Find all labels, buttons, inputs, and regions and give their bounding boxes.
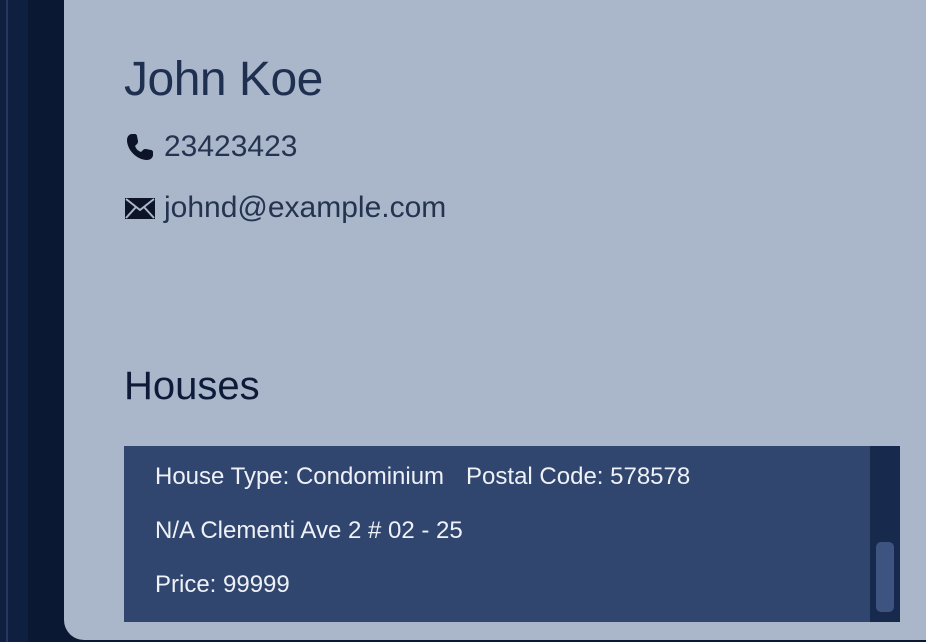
email-address: johnd@example.com xyxy=(164,191,447,224)
phone-icon xyxy=(124,131,156,163)
postal-code: Postal Code: 578578 xyxy=(466,463,691,490)
houses-heading: Houses xyxy=(124,364,260,408)
house-list[interactable]: House Type: Condominium Postal Code: 5785… xyxy=(124,446,900,622)
scrollbar-track[interactable] xyxy=(870,446,900,622)
phone-row: 23423423 xyxy=(124,130,297,164)
envelope-icon xyxy=(124,192,156,224)
left-panel-edge xyxy=(0,0,28,642)
person-name: John Koe xyxy=(124,53,323,106)
house-list-item[interactable]: House Type: Condominium Postal Code: 5785… xyxy=(155,456,690,618)
phone-number: 23423423 xyxy=(164,130,298,163)
house-price: Price: 99999 xyxy=(155,571,290,598)
email-row: johnd@example.com xyxy=(124,191,446,225)
panel-divider xyxy=(6,0,8,642)
house-type-row: House Type: Condominium Postal Code: 5785… xyxy=(155,456,690,510)
house-type: House Type: Condominium xyxy=(155,463,445,490)
house-address: N/A Clementi Ave 2 # 02 - 25 xyxy=(155,517,463,544)
scrollbar-thumb[interactable] xyxy=(876,542,894,612)
